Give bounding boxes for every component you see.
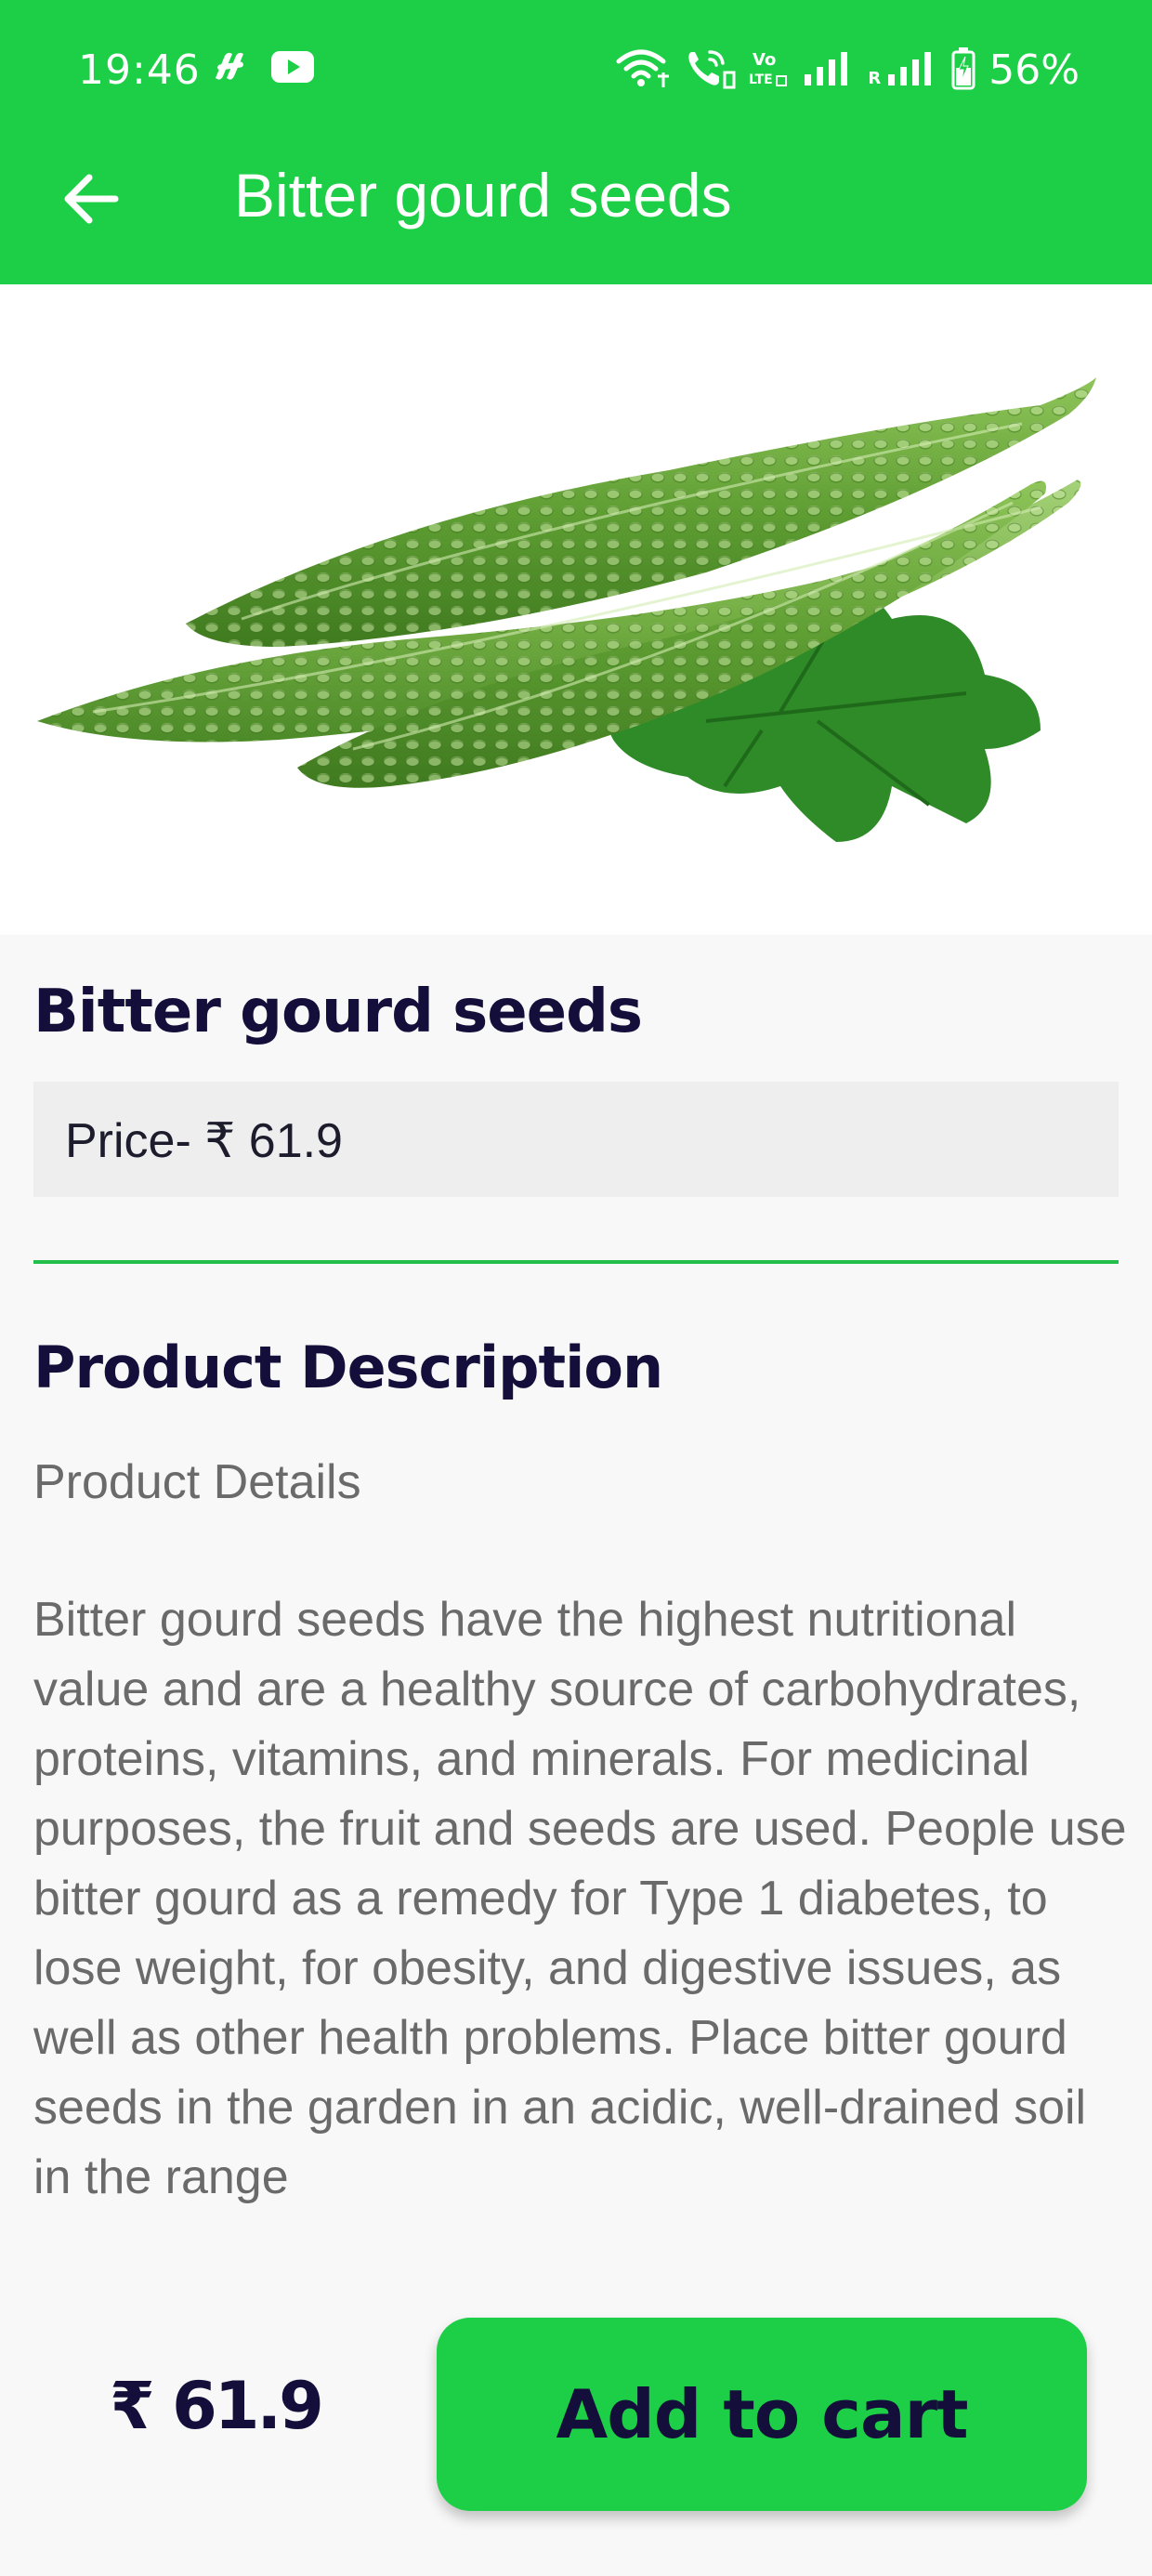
product-name: Bitter gourd seeds	[33, 978, 643, 1046]
pinwheel-app-icon	[210, 50, 251, 87]
page-title: Bitter gourd seeds	[234, 161, 732, 230]
status-bar: 19:46 Vo LTE R 56%	[0, 37, 1152, 104]
add-to-cart-label: Add to cart	[556, 2375, 968, 2453]
battery-percentage: 56%	[988, 46, 1080, 94]
wifi-calling-icon	[684, 48, 736, 93]
product-detail-screen: 19:46 Vo LTE R 56% Bitter gourd seeds Bi…	[0, 0, 1152, 2576]
status-time: 19:46	[78, 46, 201, 94]
description-subheading: Product Details	[33, 1455, 361, 1509]
app-bar: 19:46 Vo LTE R 56% Bitter gourd seeds	[0, 0, 1152, 284]
system-status-icons: Vo LTE R 56%	[615, 45, 1080, 97]
signal-icon	[803, 50, 855, 91]
volte-icon: Vo LTE	[749, 48, 790, 93]
description-heading: Product Description	[33, 1334, 663, 1401]
arrow-left-icon	[63, 174, 119, 228]
toolbar: Bitter gourd seeds	[0, 130, 1152, 260]
description-body: Bitter gourd seeds have the highest nutr…	[33, 1593, 1127, 2204]
bottom-price: ₹ 61.9	[110, 2368, 324, 2444]
bottom-action-bar: ₹ 61.9 Add to cart	[0, 2245, 1152, 2576]
price-box: Price- ₹ 61.9	[33, 1082, 1119, 1197]
product-image	[0, 284, 1152, 935]
product-content: Bitter gourd seeds Price- ₹ 61.9 Product…	[0, 935, 1152, 2245]
notification-icons	[210, 50, 314, 87]
back-button[interactable]	[48, 158, 134, 243]
add-to-cart-button[interactable]: Add to cart	[437, 2318, 1087, 2511]
svg-text:Vo: Vo	[753, 50, 776, 70]
battery-charging-icon	[951, 47, 975, 94]
price-label: Price- ₹ 61.9	[65, 1114, 343, 1168]
roaming-label: R	[868, 69, 882, 88]
youtube-icon	[271, 51, 314, 86]
svg-text:LTE: LTE	[749, 72, 773, 87]
section-divider	[33, 1260, 1119, 1264]
roaming-signal-icon	[886, 50, 938, 91]
wifi-icon	[615, 48, 671, 93]
